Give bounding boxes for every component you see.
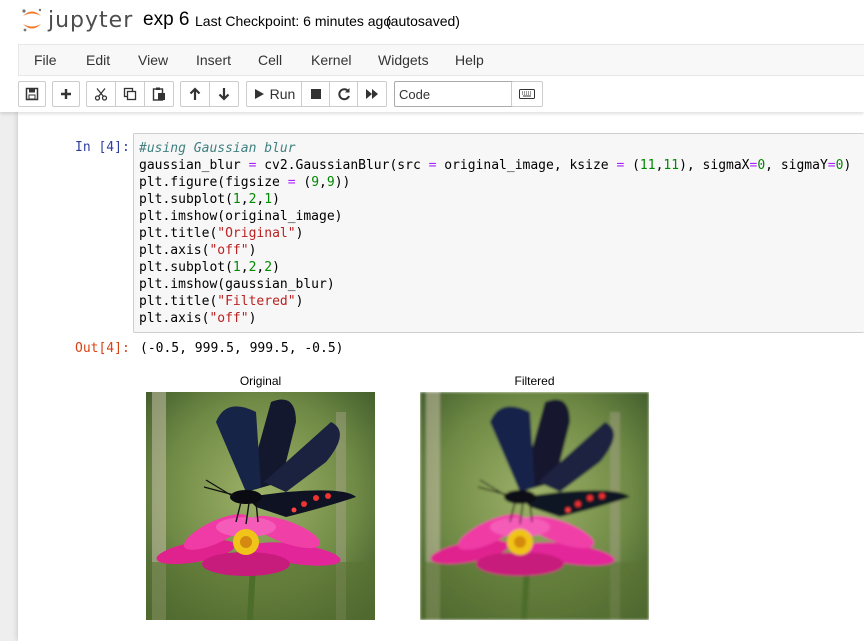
output-text: (-0.5, 999.5, 999.5, -0.5)	[140, 341, 344, 356]
jupyter-logo[interactable]: jupyter	[20, 6, 133, 34]
run-button[interactable]: Run	[246, 81, 302, 107]
restart-icon	[337, 88, 350, 101]
command-palette-button[interactable]	[511, 81, 543, 107]
plus-icon	[61, 89, 71, 99]
play-icon	[254, 89, 264, 99]
jupyter-logo-icon	[22, 8, 42, 32]
paste-button[interactable]	[144, 81, 174, 107]
autosave-status: (autosaved)	[386, 13, 460, 29]
run-all-button[interactable]	[357, 81, 387, 107]
code-comment: #using Gaussian blur	[139, 141, 296, 156]
menu-edit[interactable]: Edit	[86, 52, 110, 68]
copy-button[interactable]	[115, 81, 145, 107]
menubar: File Edit View Insert Cell Kernel Widget…	[18, 44, 864, 76]
menu-view[interactable]: View	[138, 52, 168, 68]
menu-cell[interactable]: Cell	[258, 52, 282, 68]
code-line: plt.subplot(1,2,2)	[139, 260, 280, 275]
code-line: plt.subplot(1,2,1)	[139, 192, 280, 207]
original-butterfly-image	[146, 392, 375, 620]
menu-kernel[interactable]: Kernel	[311, 52, 351, 68]
interrupt-button[interactable]	[301, 81, 330, 107]
output-prompt: Out[4]:	[75, 341, 130, 356]
restart-button[interactable]	[329, 81, 358, 107]
code-line: plt.axis("off")	[139, 243, 257, 258]
menu-help[interactable]: Help	[455, 52, 484, 68]
save-button[interactable]	[18, 81, 46, 107]
code-line: plt.imshow(gaussian_blur)	[139, 277, 335, 292]
code-line: plt.title("Filtered")	[139, 294, 304, 309]
code-line: plt.imshow(original_image)	[139, 209, 343, 224]
cut-button[interactable]	[86, 81, 116, 107]
stop-icon	[310, 89, 321, 99]
menu-widgets[interactable]: Widgets	[378, 52, 429, 68]
original-plot-title: Original	[239, 374, 282, 388]
move-up-button[interactable]	[180, 81, 210, 107]
code-cell-editor[interactable]: #using Gaussian blur gaussian_blur = cv2…	[133, 133, 864, 333]
menu-insert[interactable]: Insert	[196, 52, 231, 68]
arrow-down-icon	[218, 88, 230, 101]
run-label: Run	[269, 86, 296, 102]
code-line: plt.axis("off")	[139, 311, 257, 326]
insert-cell-button[interactable]	[52, 81, 80, 107]
move-down-button[interactable]	[209, 81, 239, 107]
save-icon	[25, 87, 39, 101]
code-line: gaussian_blur = cv2.GaussianBlur(src = o…	[139, 158, 852, 173]
logo-text: jupyter	[48, 7, 134, 33]
cell-type-value: Code	[399, 86, 431, 102]
fast-forward-icon	[366, 89, 378, 99]
copy-icon	[123, 87, 137, 101]
notebook-name[interactable]: exp 6	[143, 9, 189, 31]
cut-icon	[94, 88, 108, 101]
code-line: plt.title("Original")	[139, 226, 304, 241]
code-line: #using Gaussian blur	[139, 140, 864, 157]
filtered-plot-title: Filtered	[514, 374, 555, 388]
code-line: plt.figure(figsize = (9,9))	[139, 175, 351, 190]
input-prompt: In [4]:	[75, 140, 130, 155]
menu-file[interactable]: File	[34, 52, 57, 68]
keyboard-icon	[519, 89, 535, 99]
paste-icon	[152, 87, 165, 101]
checkpoint-status: Last Checkpoint: 6 minutes ago	[195, 13, 392, 29]
arrow-up-icon	[189, 87, 201, 100]
header: jupyter exp 6 Last Checkpoint: 6 minutes…	[0, 0, 864, 112]
filtered-butterfly-image	[420, 392, 649, 620]
